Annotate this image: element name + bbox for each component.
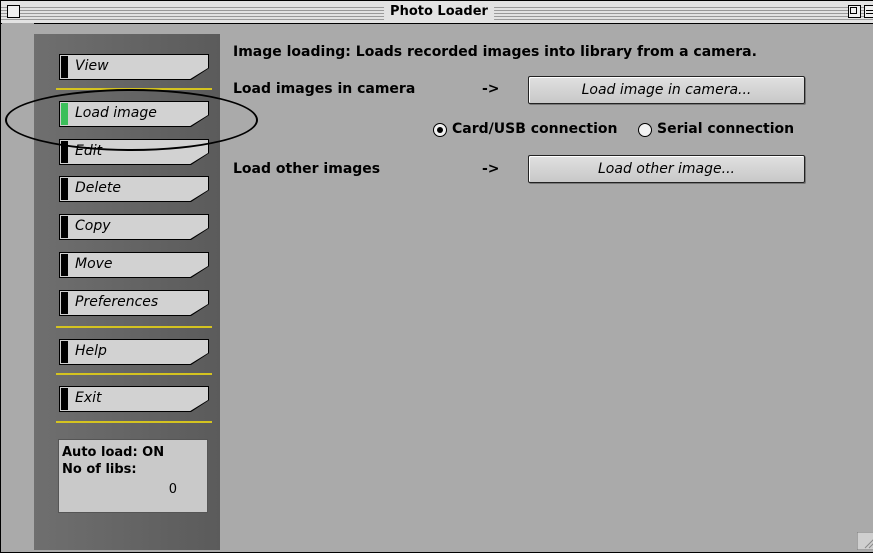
load-camera-label: Load images in camera — [233, 81, 416, 97]
sidebar-item-edit[interactable]: Edit — [59, 139, 209, 165]
sidebar-item-delete[interactable]: Delete — [59, 176, 209, 202]
sidebar-item-load-image[interactable]: Load image — [59, 101, 209, 127]
sidebar-item-label: Move — [75, 256, 113, 272]
resize-grip-icon[interactable] — [857, 532, 873, 550]
sidebar: View Load image Edit Delete Copy Move Pr… — [34, 34, 220, 550]
tab-marker-icon — [61, 341, 68, 363]
tab-marker-icon — [61, 292, 68, 314]
serial-label[interactable]: Serial connection — [657, 121, 794, 137]
load-other-image-button[interactable]: Load other image... — [528, 155, 805, 183]
load-other-label: Load other images — [233, 161, 381, 177]
window-title: Photo Loader — [384, 3, 494, 21]
arrow-icon: -> — [482, 81, 500, 97]
no-of-libs-label: No of libs: — [62, 462, 137, 477]
serial-radio[interactable] — [638, 123, 652, 137]
tab-marker-icon — [61, 141, 68, 163]
sidebar-divider — [56, 373, 212, 375]
sidebar-item-label: Help — [75, 343, 107, 359]
tab-marker-icon — [61, 388, 68, 410]
description-text: Image loading: Loads recorded images int… — [233, 44, 757, 60]
sidebar-item-label: View — [75, 58, 109, 74]
photo-loader-window: Photo Loader View Load image Edit Delete — [0, 0, 873, 553]
sidebar-divider — [56, 421, 212, 423]
sidebar-item-label: Exit — [75, 390, 102, 406]
tab-marker-icon — [61, 56, 68, 78]
sidebar-item-label: Load image — [75, 105, 157, 121]
tab-marker-icon — [61, 216, 68, 238]
status-box: Auto load: ON No of libs: 0 — [58, 439, 208, 513]
close-box-icon[interactable] — [7, 5, 20, 18]
title-bar[interactable]: Photo Loader — [1, 1, 873, 24]
no-of-libs-value: 0 — [168, 482, 177, 497]
arrow-icon: -> — [482, 161, 500, 177]
tab-marker-icon — [61, 254, 68, 276]
window-left-margin — [2, 23, 34, 552]
sidebar-item-exit[interactable]: Exit — [59, 386, 209, 412]
sidebar-item-move[interactable]: Move — [59, 252, 209, 278]
load-image-in-camera-button[interactable]: Load image in camera... — [528, 76, 805, 104]
sidebar-item-help[interactable]: Help — [59, 339, 209, 365]
sidebar-divider — [56, 88, 212, 90]
sidebar-divider — [56, 326, 212, 328]
card-usb-label[interactable]: Card/USB connection — [452, 121, 617, 137]
collapse-box-icon[interactable] — [864, 5, 873, 18]
auto-load-status: Auto load: ON — [62, 445, 165, 460]
sidebar-item-copy[interactable]: Copy — [59, 214, 209, 240]
card-usb-radio[interactable] — [433, 123, 447, 137]
sidebar-item-preferences[interactable]: Preferences — [59, 290, 209, 316]
main-content: Image loading: Loads recorded images int… — [220, 34, 873, 552]
sidebar-item-label: Copy — [75, 218, 111, 234]
sidebar-item-view[interactable]: View — [59, 54, 209, 80]
tab-marker-icon — [61, 178, 68, 200]
zoom-box-icon[interactable] — [848, 5, 861, 18]
sidebar-item-label: Delete — [75, 180, 121, 196]
tab-marker-active-icon — [61, 103, 68, 125]
sidebar-item-label: Edit — [75, 143, 103, 159]
sidebar-item-label: Preferences — [75, 294, 159, 310]
